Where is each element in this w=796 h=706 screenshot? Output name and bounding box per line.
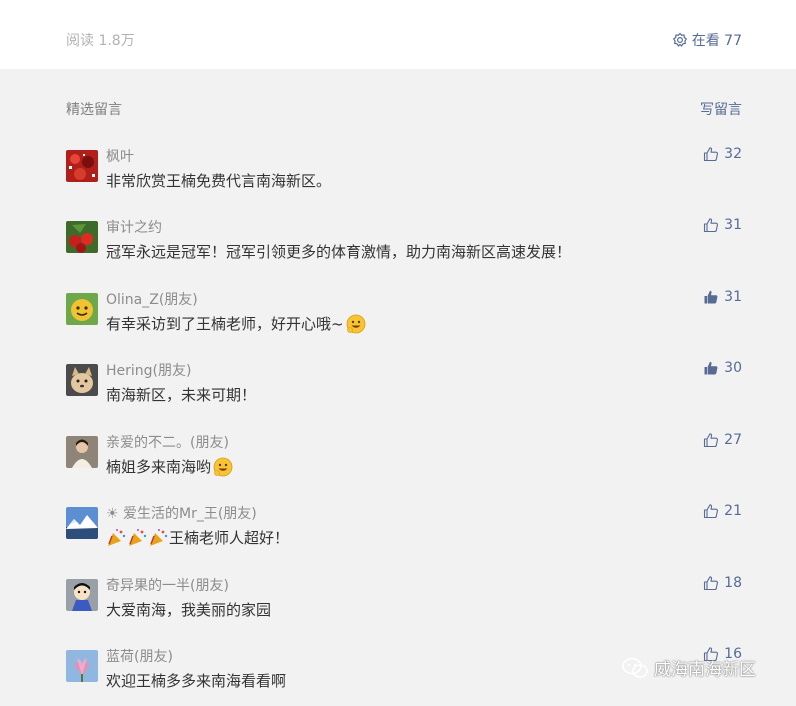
like-button[interactable]: 31	[703, 217, 742, 233]
comment-text: 非常欣赏王楠免费代言南海新区。	[106, 172, 332, 190]
comment-item: ☀ 爱生活的Mr_王(朋友) 王楠老师人超好！ 21	[66, 503, 742, 563]
avatar[interactable]	[66, 579, 98, 611]
thumbs-up-outline-icon	[704, 147, 719, 162]
grin-emoji-icon	[346, 314, 365, 333]
like-count: 30	[724, 360, 742, 376]
watching-label: 在看 77	[691, 33, 742, 49]
comment-item: Olina_Z(朋友) 有幸采访到了王楠老师，好开心哦~ 31	[66, 289, 742, 349]
write-comment-link[interactable]: 写留言	[700, 99, 742, 119]
comment-text: 欢迎王楠多多来南海看看啊	[106, 672, 287, 690]
like-count: 21	[724, 503, 742, 519]
comment-item: 奇异果的一半(朋友) 大爱南海，我美丽的家园 18	[66, 575, 742, 635]
comment-nickname: 枫叶	[106, 149, 134, 165]
avatar[interactable]	[66, 436, 98, 468]
comment-text: 有幸采访到了王楠老师，好开心哦~	[106, 313, 366, 334]
watermark-text: 威海南海新区	[654, 660, 756, 680]
avatar[interactable]	[66, 650, 98, 682]
comment-nickname: ☀ 爱生活的Mr_王(朋友)	[106, 506, 257, 522]
thumbs-up-outline-icon	[704, 576, 719, 591]
avatar[interactable]	[66, 507, 98, 539]
comment-nickname: Olina_Z(朋友)	[106, 292, 198, 308]
party-popper-icon	[108, 528, 126, 546]
comment-item: 枫叶 非常欣赏王楠免费代言南海新区。 32	[66, 146, 742, 206]
avatar[interactable]	[66, 150, 98, 182]
like-button[interactable]: 27	[703, 432, 742, 448]
comment-text: 大爱南海，我美丽的家园	[106, 601, 272, 619]
thumbs-up-filled-icon	[704, 290, 718, 304]
like-button[interactable]: 32	[703, 146, 742, 162]
thumbs-up-filled-icon	[704, 361, 718, 375]
comment-text: 楠姐多来南海哟	[106, 456, 233, 477]
featured-comments-section: 精选留言 写留言 枫叶 非常欣赏王楠免费代言南海新区。 32 审计之约 冠军永远…	[0, 69, 796, 702]
comment-nickname: 奇异果的一半(朋友)	[106, 578, 229, 594]
avatar[interactable]	[66, 364, 98, 396]
comment-text: 南海新区，未来可期！	[106, 386, 257, 404]
watching-button[interactable]: 在看 77	[672, 30, 742, 50]
wechat-logo-icon	[622, 657, 648, 678]
avatar[interactable]	[66, 221, 98, 253]
comment-nickname: 审计之约	[106, 220, 162, 236]
party-popper-icon	[129, 528, 147, 546]
like-button[interactable]: 21	[703, 503, 742, 519]
avatar[interactable]	[66, 293, 98, 325]
comment-nickname: 蓝荷(朋友)	[106, 649, 173, 665]
comment-item: 亲爱的不二。(朋友) 楠姐多来南海哟 27	[66, 432, 742, 492]
party-popper-icon	[150, 528, 168, 546]
comment-nickname: Hering(朋友)	[106, 363, 192, 379]
thumbs-up-outline-icon	[704, 433, 719, 448]
thumbs-up-outline-icon	[704, 504, 719, 519]
comment-nickname: 亲爱的不二。(朋友)	[106, 435, 229, 451]
like-count: 27	[724, 432, 742, 448]
comment-text: 王楠老师人超好！	[106, 527, 289, 548]
like-button[interactable]: 30	[703, 360, 742, 376]
like-button[interactable]: 31	[703, 289, 742, 305]
grin-emoji-icon	[213, 457, 233, 476]
like-count: 31	[724, 217, 742, 233]
watching-icon	[672, 32, 687, 47]
comment-item: 审计之约 冠军永远是冠军！冠军引领更多的体育激情，助力南海新区高速发展！ 31	[66, 217, 742, 277]
comment-text: 冠军永远是冠军！冠军引领更多的体育激情，助力南海新区高速发展！	[106, 243, 572, 261]
comment-item: Hering(朋友) 南海新区，未来可期！ 30	[66, 360, 742, 420]
like-count: 18	[724, 575, 742, 591]
like-button[interactable]: 18	[703, 575, 742, 591]
thumbs-up-outline-icon	[704, 218, 719, 233]
read-count: 阅读 1.8万	[66, 33, 135, 49]
like-count: 31	[724, 289, 742, 305]
section-title: 精选留言	[66, 102, 122, 118]
account-watermark: 威海南海新区	[622, 655, 756, 680]
like-count: 32	[724, 146, 742, 162]
article-stats-bar: 阅读 1.8万 在看 77	[0, 0, 796, 69]
